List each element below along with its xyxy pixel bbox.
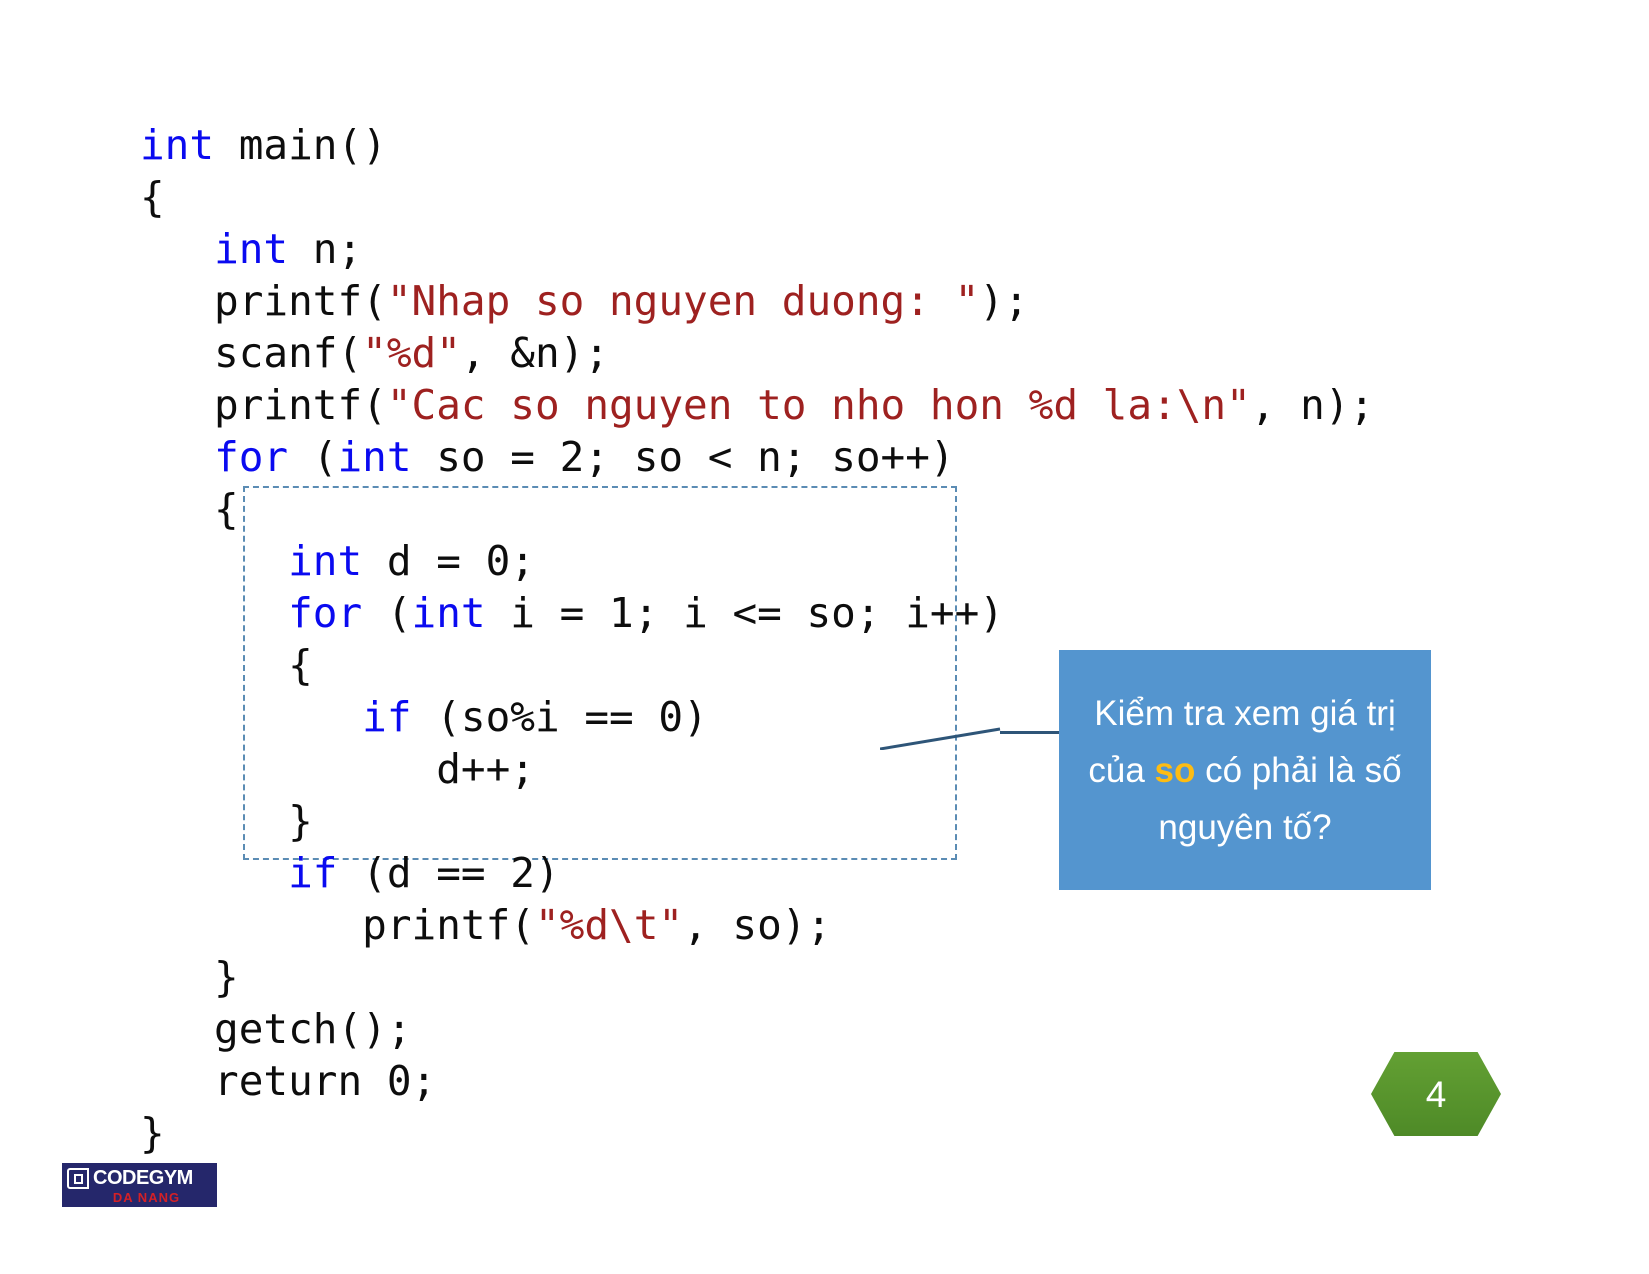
code-line: int d = 0; xyxy=(288,537,535,585)
code-line: { xyxy=(140,173,165,221)
slide-canvas: int main(){ int n; printf("Nhap so nguye… xyxy=(0,0,1649,1274)
logo-subtitle: DA NANG xyxy=(112,1190,181,1205)
page-number-text: 4 xyxy=(1425,1073,1447,1115)
logo-row: CODEGYM xyxy=(62,1165,217,1191)
callout-text-part2: có phải là số nguyên tố? xyxy=(1158,750,1402,847)
code-line: for (int so = 2; so < n; so++) xyxy=(214,433,955,481)
page-number-badge: 4 xyxy=(1371,1052,1501,1136)
logo-wordmark: CODEGYM xyxy=(93,1167,193,1189)
code-line: printf("Nhap so nguyen duong: "); xyxy=(140,277,1029,325)
code-line: getch(); xyxy=(140,1005,412,1053)
code-line: printf("Cac so nguyen to nho hon %d la:\… xyxy=(140,381,1375,429)
code-line: for (int i = 1; i <= so; i++) xyxy=(288,589,1004,637)
code-line: int n; xyxy=(214,225,363,273)
codegym-logo: CODEGYM DA NANG xyxy=(62,1163,217,1207)
code-line: { xyxy=(140,485,239,533)
callout-text: Kiểm tra xem giá trị của so có phải là s… xyxy=(1059,685,1431,856)
code-line: scanf("%d", &n); xyxy=(140,329,610,377)
code-line: return 0; xyxy=(140,1057,437,1105)
code-line: } xyxy=(140,1109,165,1157)
callout-highlight-token: so xyxy=(1154,750,1196,790)
code-line: int main() xyxy=(140,121,387,169)
code-line: printf("%d\t", so); xyxy=(140,901,832,949)
callout-box: Kiểm tra xem giá trị của so có phải là s… xyxy=(1059,650,1431,890)
codegym-mark-icon xyxy=(67,1167,89,1189)
code-line: } xyxy=(140,953,239,1001)
code-listing: int main(){ int n; printf("Nhap so nguye… xyxy=(140,119,1374,1159)
callout-connector-diagonal xyxy=(879,725,1005,751)
connector-diagonal-icon xyxy=(879,727,1001,751)
